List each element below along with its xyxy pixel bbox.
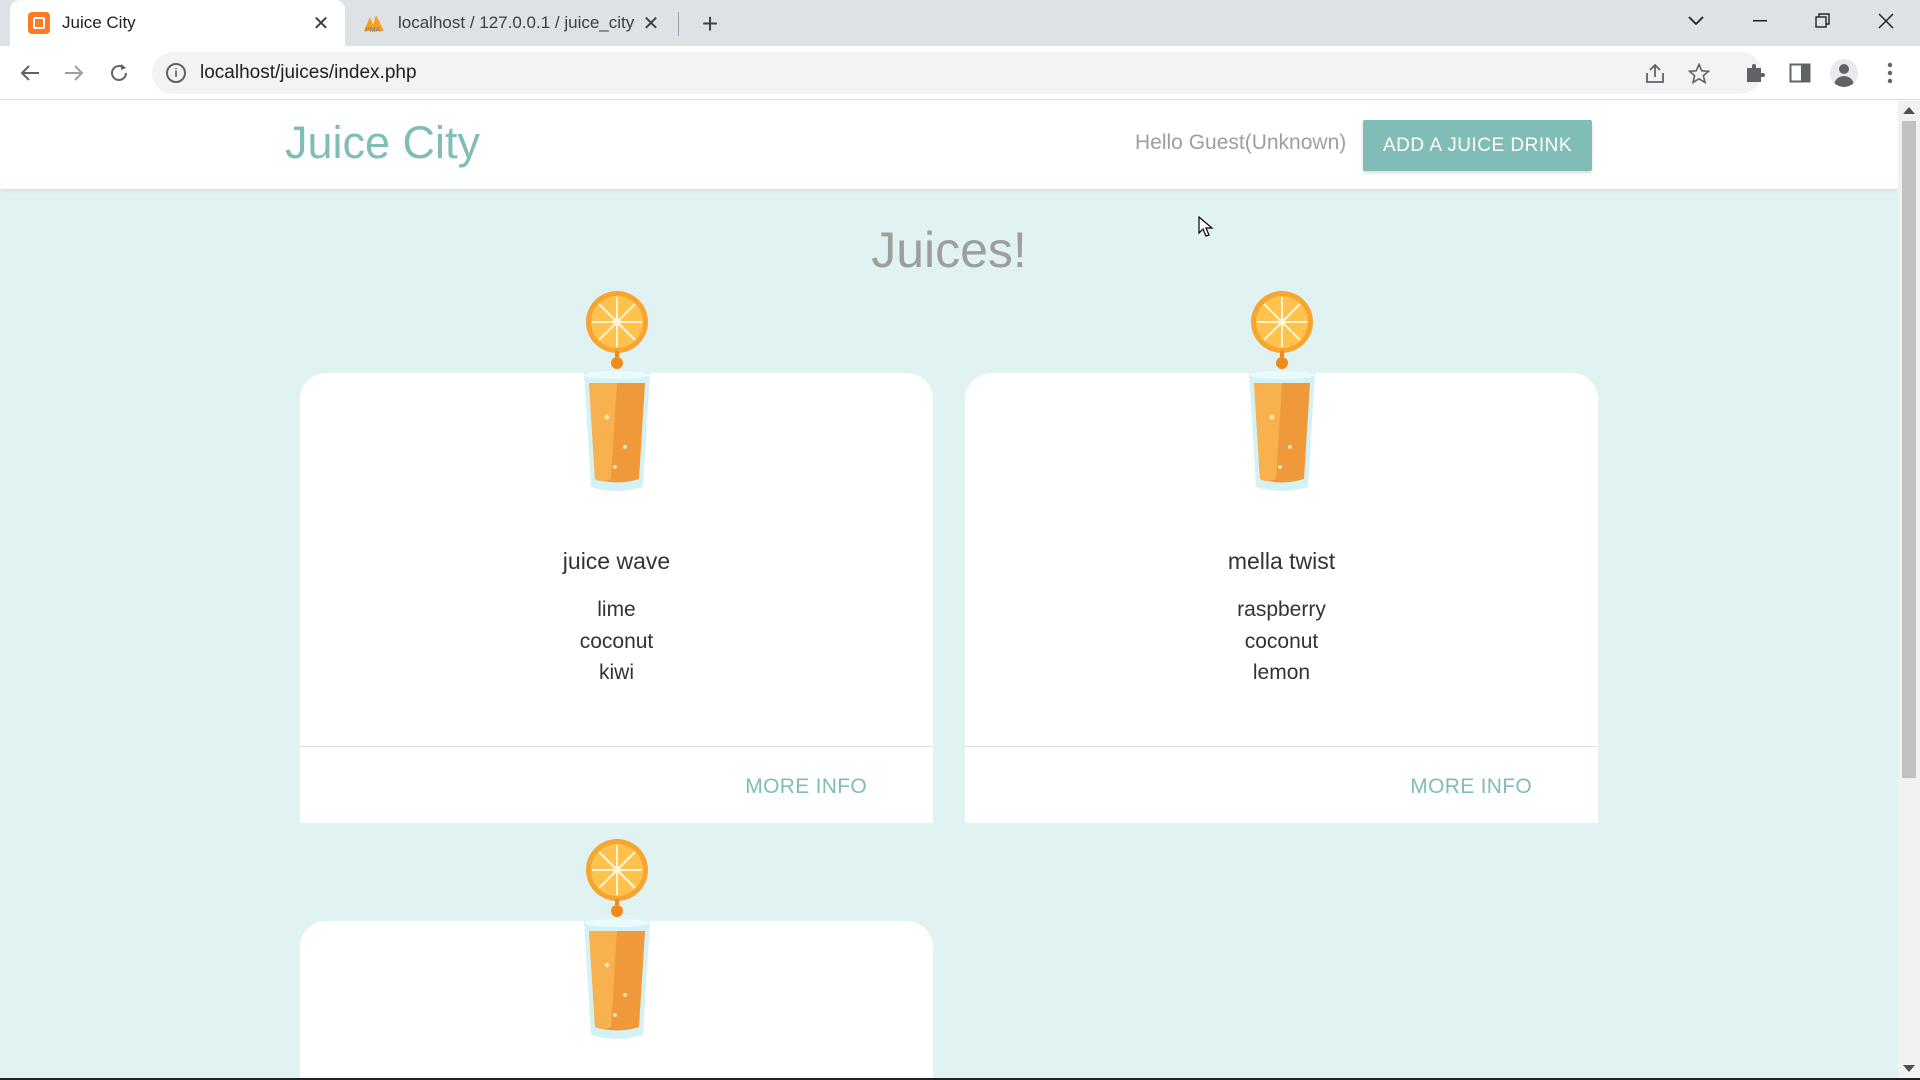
more-info-link[interactable]: MORE INFO — [1410, 775, 1532, 799]
card-action-bar: MORE INFO — [965, 746, 1598, 823]
ingredient-item: coconut — [579, 629, 654, 653]
card-action-bar: MORE INFO — [300, 746, 933, 823]
restore-window-icon[interactable] — [1792, 0, 1854, 42]
scroll-down-icon[interactable] — [1903, 1065, 1915, 1072]
more-info-link[interactable]: MORE INFO — [745, 775, 867, 799]
close-tab-icon[interactable]: ✕ — [637, 9, 665, 37]
browser-toolbar: i localhost/juices/index.php — [0, 46, 1920, 100]
share-icon[interactable] — [1643, 62, 1667, 86]
new-tab-button[interactable]: + — [693, 7, 727, 41]
chrome-menu-icon[interactable] — [1876, 59, 1904, 87]
vertical-scrollbar[interactable] — [1898, 101, 1920, 1078]
page-viewport: Juice City Hello Guest(Unknown) ADD A JU… — [0, 101, 1898, 1078]
mouse-cursor-icon — [1198, 216, 1214, 237]
scroll-up-icon[interactable] — [1903, 107, 1915, 114]
juice-glass-icon — [1249, 291, 1315, 491]
extensions-icon[interactable] — [1741, 59, 1769, 87]
info-icon[interactable]: i — [166, 63, 186, 83]
profile-icon[interactable] — [1830, 59, 1858, 87]
juice-name: juice wave — [562, 548, 671, 574]
phpmyadmin-favicon-icon: PMA — [362, 13, 386, 34]
side-panel-icon[interactable] — [1786, 59, 1814, 87]
xampp-favicon-icon — [28, 12, 50, 34]
brand-logo[interactable]: Juice City — [285, 117, 480, 169]
tab-separator — [678, 12, 679, 36]
user-greeting: Hello Guest(Unknown) — [1135, 131, 1347, 154]
tab-search-icon[interactable] — [1665, 0, 1727, 42]
scrollbar-thumb[interactable] — [1902, 121, 1916, 778]
ingredient-item: coconut — [1244, 629, 1319, 653]
svg-text:PMA: PMA — [365, 27, 381, 33]
ingredient-item: raspberry — [1237, 598, 1326, 621]
ingredient-list: raspberry coconut lemon — [965, 594, 1598, 689]
tab-title: Juice City — [62, 13, 136, 32]
address-bar[interactable]: i localhost/juices/index.php — [152, 52, 1762, 94]
juice-glass-icon — [584, 291, 650, 491]
tab-juice-city[interactable]: Juice City ✕ — [10, 0, 345, 46]
page-heading: Juices! — [871, 222, 1027, 278]
close-window-icon[interactable] — [1855, 0, 1917, 42]
ingredient-item: lime — [597, 598, 636, 621]
juice-name: mella twist — [1227, 548, 1336, 574]
ingredient-item: lemon — [1252, 661, 1311, 684]
bookmark-star-icon[interactable] — [1687, 62, 1711, 86]
back-arrow-icon[interactable] — [11, 54, 49, 92]
minimize-window-icon[interactable] — [1729, 0, 1791, 42]
forward-arrow-icon[interactable] — [55, 54, 93, 92]
tab-phpmyadmin[interactable]: PMA localhost / 127.0.0.1 / juice_city /… — [350, 0, 675, 46]
add-juice-button[interactable]: ADD A JUICE DRINK — [1363, 120, 1592, 171]
site-navbar: Juice City Hello Guest(Unknown) ADD A JU… — [0, 101, 1898, 189]
url-text: localhost/juices/index.php — [200, 62, 417, 83]
tab-title: localhost / 127.0.0.1 / juice_city / — [398, 13, 637, 32]
tab-strip: Juice City ✕ PMA localhost / 127.0.0.1 /… — [0, 0, 1920, 46]
juice-glass-icon — [584, 839, 650, 1039]
reload-icon[interactable] — [100, 54, 138, 92]
ingredient-list: lime coconut kiwi — [300, 594, 933, 689]
close-tab-icon[interactable]: ✕ — [307, 9, 335, 37]
ingredient-item: kiwi — [599, 661, 634, 684]
